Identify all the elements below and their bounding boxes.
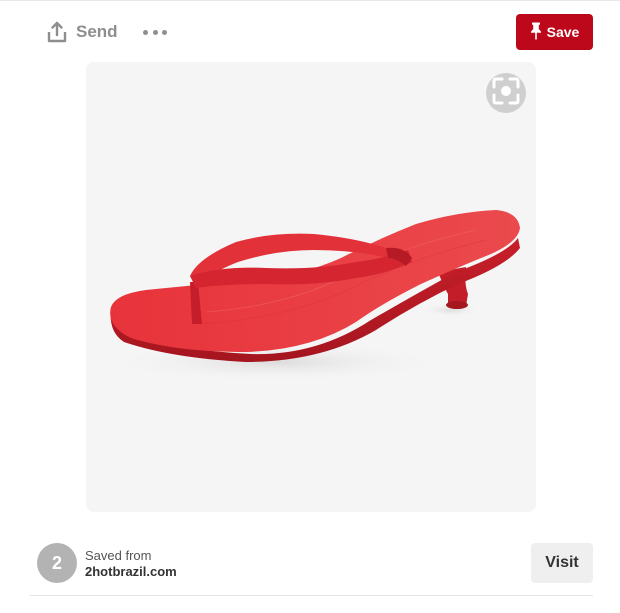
source-domain-link[interactable]: 2hotbrazil.com: [85, 564, 177, 580]
send-label: Send: [76, 22, 118, 41]
pin-image[interactable]: [86, 62, 536, 512]
send-button[interactable]: Send: [47, 19, 118, 45]
saved-from-label: Saved from: [85, 548, 152, 563]
pin-closeup: Send Save 2 Saved from 2hotbrazil.com Vi…: [0, 0, 620, 613]
visit-label: Visit: [545, 554, 579, 571]
share-upload-icon: [47, 21, 67, 43]
save-button[interactable]: Save: [516, 14, 593, 50]
saves-count: 2: [51, 552, 62, 573]
source-info: Saved from 2hotbrazil.com: [85, 548, 177, 580]
save-label: Save: [546, 24, 580, 40]
visual-search-button[interactable]: [486, 73, 526, 113]
pin-toolbar: Send Save: [0, 1, 620, 63]
ellipsis-dot: [152, 29, 158, 35]
pin-footer: 2 Saved from 2hotbrazil.com Visit: [30, 532, 593, 594]
visual-search-icon: [491, 76, 521, 111]
sandal-photo: [106, 210, 521, 382]
pushpin-icon: [530, 22, 542, 43]
ellipsis-dot: [162, 29, 167, 35]
more-options-button[interactable]: [143, 23, 167, 41]
ellipsis-icon: [143, 29, 148, 35]
saves-count-badge[interactable]: 2: [37, 543, 77, 583]
footer-divider: [30, 595, 593, 596]
visit-button[interactable]: Visit: [531, 543, 593, 583]
